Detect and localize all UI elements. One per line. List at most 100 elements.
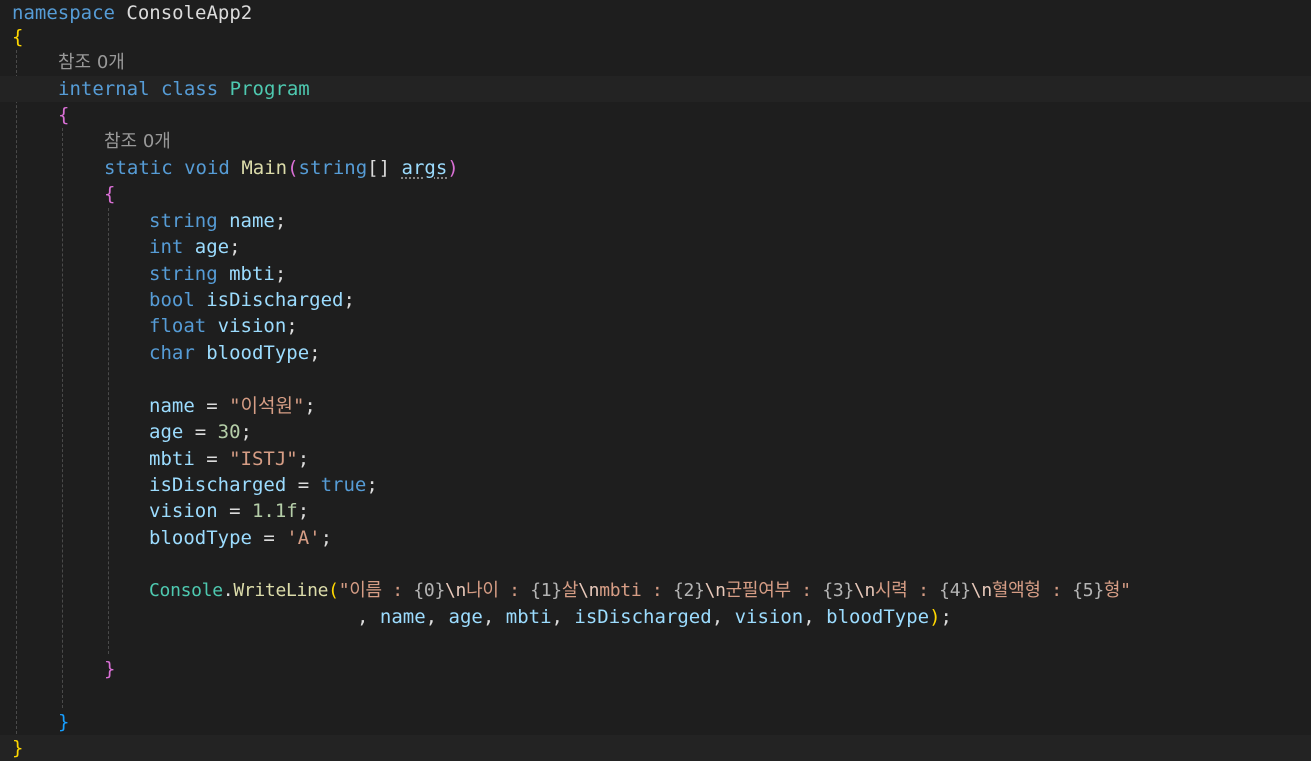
semicolon: ; — [274, 263, 287, 285]
keyword: string — [149, 210, 218, 232]
identifier: mbti — [505, 606, 552, 628]
string-text: 시력 : — [875, 580, 940, 601]
format-placeholder: {3} — [822, 580, 854, 601]
dot: . — [222, 580, 234, 601]
brace: } — [12, 737, 24, 759]
code-line[interactable]: static void Main(string[] args) — [104, 155, 1311, 181]
code-line[interactable]: int age; — [149, 234, 1311, 260]
codelens-text[interactable]: 참조 0개 — [104, 131, 171, 152]
format-placeholder: {5} — [1072, 580, 1104, 601]
identifier: mbti — [149, 448, 195, 470]
operator: = — [251, 527, 287, 549]
code-line[interactable]: { — [58, 102, 1311, 128]
brace: { — [58, 104, 70, 126]
identifier: isDischarged — [206, 289, 344, 311]
semicolon: ; — [229, 236, 241, 258]
parameter: args — [401, 157, 448, 179]
string-text: 혈액형 : — [991, 580, 1073, 601]
string-text: 이름 : — [349, 580, 414, 601]
keyword: char — [149, 342, 195, 364]
indent-guide — [16, 50, 17, 734]
code-line[interactable]: string mbti; — [149, 261, 1311, 287]
code-line[interactable]: , name, age, mbti, isDischarged, vision,… — [357, 604, 1311, 630]
code-line[interactable]: age = 30; — [149, 419, 1311, 445]
escape-sequence: \n — [578, 580, 600, 601]
code-line[interactable]: vision = 1.1f; — [149, 498, 1311, 524]
code-line[interactable]: { — [12, 24, 1311, 50]
class-name: Console — [149, 580, 223, 601]
codelens-references[interactable]: 참조 0개 — [58, 49, 1311, 75]
format-placeholder: {0} — [413, 580, 446, 601]
code-line[interactable]: bool isDischarged; — [149, 287, 1311, 313]
keyword: string — [149, 263, 218, 285]
paren: ) — [447, 157, 459, 179]
code-line[interactable]: bloodType = 'A'; — [149, 525, 1311, 551]
number-literal: 30 — [217, 421, 241, 443]
code-editor[interactable]: namespace ConsoleApp2 { 참조 0개 internal c… — [0, 0, 1311, 761]
format-placeholder: {4} — [939, 580, 971, 601]
code-line[interactable]: string name; — [149, 208, 1311, 234]
code-line[interactable]: name = "이석원"; — [149, 393, 1311, 419]
number-literal: 1.1f — [251, 500, 298, 522]
identifier: bloodType — [206, 342, 310, 364]
paren: ( — [328, 580, 339, 601]
keyword: void — [184, 157, 230, 179]
code-line[interactable]: internal class Program — [0, 76, 1311, 103]
identifier: bloodType — [826, 606, 930, 628]
identifier: mbti — [229, 263, 275, 285]
identifier: name — [379, 606, 426, 628]
code-line[interactable]: isDischarged = true; — [149, 472, 1311, 498]
comma: , — [803, 606, 827, 628]
string-quote: " — [338, 580, 350, 601]
array-brackets: [] — [367, 157, 391, 179]
keyword: namespace — [12, 2, 115, 24]
semicolon: ; — [297, 448, 310, 470]
identifier: age — [149, 421, 184, 443]
identifier: isDischarged — [574, 606, 712, 628]
semicolon: ; — [274, 210, 287, 232]
format-placeholder: {1} — [530, 580, 562, 601]
comma: , — [551, 606, 575, 628]
operator: = — [194, 448, 230, 470]
escape-sequence: \n — [445, 580, 467, 601]
code-line[interactable]: } — [0, 735, 1311, 761]
escape-sequence: \n — [853, 580, 876, 601]
keyword: true — [320, 474, 367, 496]
paren: ( — [287, 157, 299, 179]
keyword: class — [160, 78, 219, 100]
identifier: name — [149, 395, 195, 417]
string-text: 나이 : — [466, 580, 531, 601]
string-literal: "이석원" — [229, 395, 305, 417]
identifier: age — [448, 606, 483, 628]
comma: , — [425, 606, 449, 628]
semicolon: ; — [940, 606, 952, 628]
code-line[interactable]: { — [104, 181, 1311, 207]
semicolon: ; — [286, 315, 298, 337]
operator: = — [286, 474, 321, 496]
identifier: vision — [149, 500, 218, 522]
indent-guide — [62, 128, 63, 708]
string-literal: "ISTJ" — [229, 448, 298, 470]
operator: = — [217, 500, 252, 522]
code-line[interactable]: namespace ConsoleApp2 — [12, 0, 1311, 26]
code-line[interactable]: mbti = "ISTJ"; — [149, 446, 1311, 472]
namespace-name: ConsoleApp2 — [126, 2, 253, 24]
identifier: name — [229, 210, 275, 232]
string-text: 군필여부 : — [725, 580, 823, 601]
brace: } — [58, 711, 70, 733]
codelens-text[interactable]: 참조 0개 — [58, 52, 125, 73]
codelens-references[interactable]: 참조 0개 — [104, 128, 1311, 154]
code-line[interactable]: } — [104, 656, 1311, 682]
semicolon: ; — [320, 527, 333, 549]
comma: , — [482, 606, 506, 628]
identifier: isDischarged — [149, 474, 287, 496]
code-line[interactable]: char bloodType; — [149, 340, 1311, 366]
code-line[interactable]: float vision; — [149, 313, 1311, 339]
indent-guide — [108, 208, 109, 654]
code-line[interactable]: Console.WriteLine("이름 : {0}\n나이 : {1}살\n… — [149, 578, 1311, 604]
keyword: string — [298, 157, 368, 179]
format-placeholder: {2} — [672, 580, 705, 601]
method-name: WriteLine — [233, 580, 329, 601]
code-line[interactable]: } — [58, 709, 1311, 735]
paren: ) — [929, 606, 941, 628]
